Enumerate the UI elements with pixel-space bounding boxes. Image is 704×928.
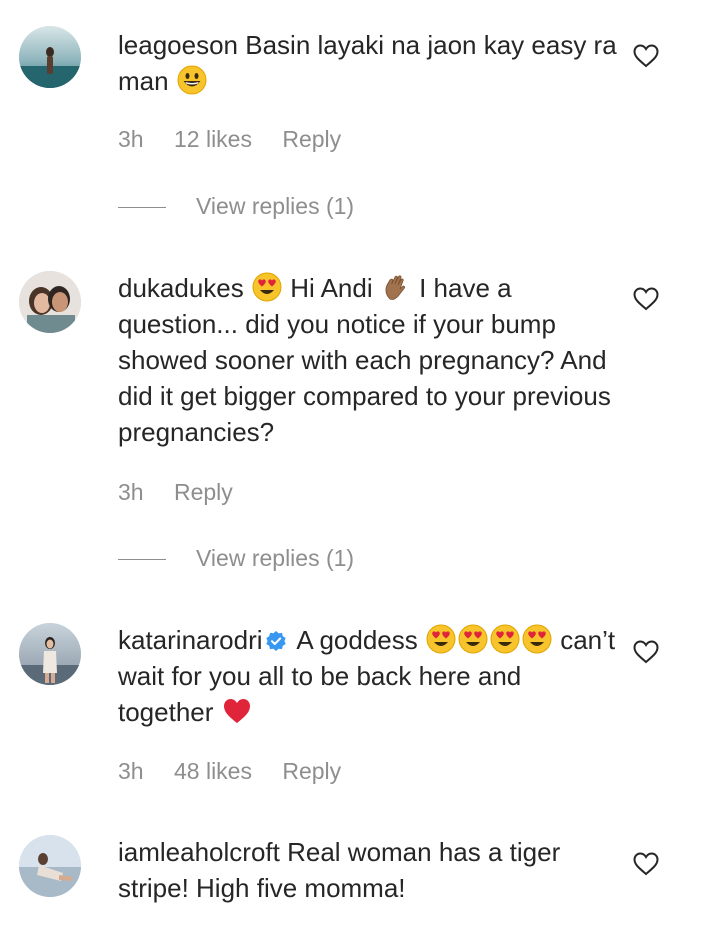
comment-time: 3h <box>118 479 144 505</box>
like-heart-icon[interactable] <box>633 640 659 664</box>
divider-line <box>118 207 166 209</box>
comment-body-part1: A goddess <box>296 625 418 655</box>
view-replies-label: View replies (1) <box>196 545 355 571</box>
red-heart-emoji <box>222 696 252 726</box>
comment-username[interactable]: dukadukes <box>118 273 244 303</box>
view-replies-button[interactable]: View replies (1) <box>118 193 354 220</box>
comment-meta: 3h 12 likes Reply <box>118 126 365 153</box>
waving-hand-emoji <box>381 272 411 302</box>
divider-line <box>118 559 166 561</box>
comment-meta: 3h Reply <box>118 479 257 506</box>
avatar[interactable] <box>19 835 81 897</box>
comment-time: 3h <box>118 126 144 152</box>
comment-likes[interactable]: 12 likes <box>174 126 252 152</box>
heart-eyes-emoji <box>252 272 282 302</box>
comment-meta: 3h 48 likes Reply <box>118 758 365 785</box>
heart-eyes-emoji <box>458 624 488 654</box>
comment-username[interactable]: leagoeson <box>118 30 238 60</box>
comment-likes[interactable]: 48 likes <box>174 758 252 784</box>
like-heart-icon[interactable] <box>633 852 659 876</box>
comment-text: dukadukes Hi Andi I have a question... d… <box>118 270 618 450</box>
comment-text: iamleaholcroft Real woman has a tiger st… <box>118 834 618 906</box>
like-heart-icon[interactable] <box>633 44 659 68</box>
like-heart-icon[interactable] <box>633 287 659 311</box>
comment-text: katarinarodri A goddess can’t wait for y… <box>118 622 618 730</box>
view-replies-button[interactable]: View replies (1) <box>118 545 354 572</box>
comment-text: leagoeson Basin layaki na jaon kay easy … <box>118 27 618 99</box>
heart-eyes-emoji <box>490 624 520 654</box>
avatar[interactable] <box>19 271 81 333</box>
comment-username[interactable]: iamleaholcroft <box>118 837 280 867</box>
reply-button[interactable]: Reply <box>282 126 341 152</box>
comment-body-part1: Hi Andi <box>290 273 373 303</box>
view-replies-label: View replies (1) <box>196 193 355 219</box>
avatar[interactable] <box>19 623 81 685</box>
grinning-face-emoji <box>177 65 207 95</box>
reply-button[interactable]: Reply <box>174 479 233 505</box>
avatar[interactable] <box>19 26 81 88</box>
comment-time: 3h <box>118 758 144 784</box>
heart-eyes-emoji <box>522 624 552 654</box>
reply-button[interactable]: Reply <box>282 758 341 784</box>
heart-eyes-emoji <box>426 624 456 654</box>
comment-username[interactable]: katarinarodri <box>118 625 263 655</box>
verified-badge-icon <box>265 630 287 652</box>
